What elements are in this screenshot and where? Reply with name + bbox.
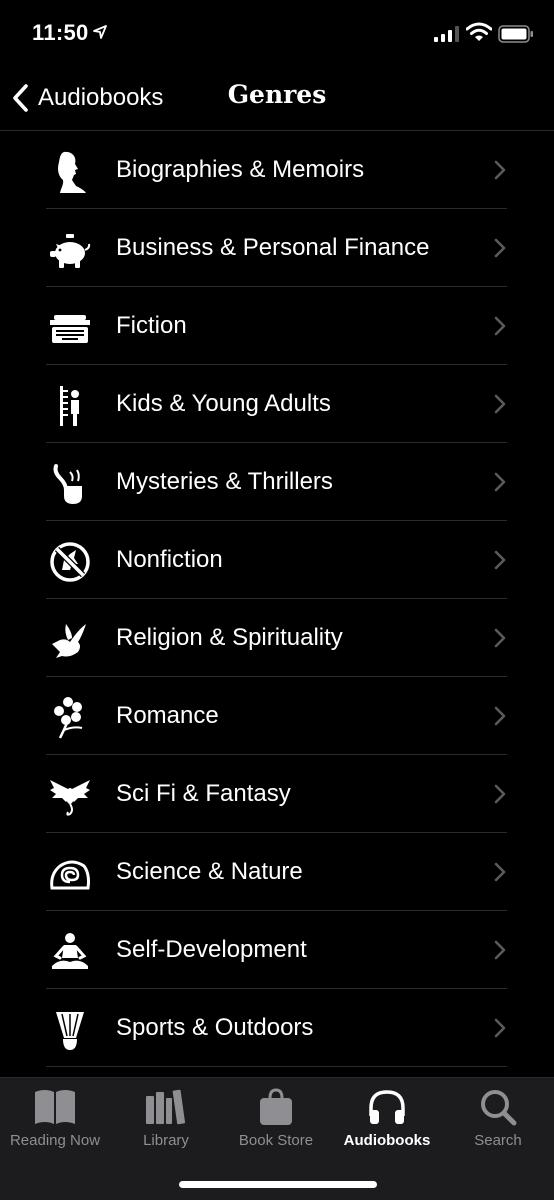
genre-row-nonfiction[interactable]: Nonfiction: [0, 521, 554, 599]
no-unicorn-icon: [50, 542, 90, 582]
chevron-right-icon: [494, 628, 506, 648]
books-icon: [146, 1089, 186, 1125]
chevron-right-icon: [494, 160, 506, 180]
typewriter-icon: [50, 315, 90, 343]
chevron-right-icon: [494, 784, 506, 804]
page-title: Genres: [0, 80, 554, 109]
shopping-bag-icon: [260, 1088, 292, 1125]
height-chart-icon: [60, 386, 79, 426]
wifi-icon: [466, 22, 492, 41]
chevron-right-icon: [494, 1018, 506, 1038]
genre-row-romance[interactable]: Romance: [0, 677, 554, 755]
battery-icon: [498, 25, 533, 43]
genre-row-mysteries[interactable]: Mysteries & Thrillers: [0, 443, 554, 521]
genre-label: Fiction: [116, 312, 187, 339]
snail-shell-icon: [50, 860, 90, 890]
piggy-bank-icon: [50, 234, 91, 268]
chevron-right-icon: [494, 316, 506, 336]
home-indicator[interactable]: [179, 1181, 377, 1188]
genre-label: Romance: [116, 702, 219, 729]
pipe-icon: [53, 464, 82, 504]
status-bar: 11:50: [0, 0, 554, 66]
meditation-icon: [52, 933, 88, 969]
genre-label: Sports & Outdoors: [116, 1014, 314, 1041]
genre-label: Kids & Young Adults: [116, 390, 331, 417]
tab-label: Book Store: [238, 1132, 314, 1149]
magnifier-icon: [481, 1090, 517, 1126]
genre-row-sports[interactable]: Sports & Outdoors: [0, 989, 554, 1067]
genre-row-business[interactable]: Business & Personal Finance: [0, 209, 554, 287]
location-arrow-icon: [93, 25, 107, 39]
genre-row-scifi[interactable]: Sci Fi & Fantasy: [0, 755, 554, 833]
genre-row-biographies[interactable]: Biographies & Memoirs: [0, 131, 554, 209]
tab-book-store[interactable]: Book Store: [221, 1078, 331, 1158]
open-book-icon: [35, 1090, 75, 1124]
genre-row-science[interactable]: Science & Nature: [0, 833, 554, 911]
tab-label: Reading Now: [9, 1132, 101, 1149]
tab-library[interactable]: Library: [111, 1078, 221, 1158]
signal-icon: [434, 26, 459, 42]
page-title-text: Genres: [227, 80, 327, 109]
genres-screen: 11:50 Audiobooks Genres Biographies & Me…: [0, 0, 554, 1200]
chevron-right-icon: [494, 472, 506, 492]
tab-audiobooks[interactable]: Audiobooks: [332, 1078, 442, 1158]
genre-row-kids[interactable]: Kids & Young Adults: [0, 365, 554, 443]
genre-label: Business & Personal Finance: [116, 234, 430, 261]
chevron-right-icon: [494, 940, 506, 960]
navigation-bar: Audiobooks Genres: [0, 66, 554, 131]
dragon-icon: [50, 780, 90, 816]
genre-label: Science & Nature: [116, 858, 303, 885]
chevron-right-icon: [494, 394, 506, 414]
genre-label: Self-Development: [116, 936, 307, 963]
status-time: 11:50: [32, 20, 89, 45]
genre-label: Sci Fi & Fantasy: [116, 780, 291, 807]
genre-label: Mysteries & Thrillers: [116, 468, 333, 495]
tab-reading-now[interactable]: Reading Now: [0, 1078, 110, 1158]
genre-label: Biographies & Memoirs: [116, 156, 365, 183]
tab-label: Library: [143, 1132, 189, 1149]
chevron-right-icon: [494, 238, 506, 258]
chevron-right-icon: [494, 706, 506, 726]
flower-icon: [54, 697, 83, 739]
chevron-right-icon: [494, 550, 506, 570]
genre-label: Nonfiction: [116, 546, 223, 573]
headphones-icon: [369, 1090, 405, 1124]
genre-row-fiction[interactable]: Fiction: [0, 287, 554, 365]
tab-label: Audiobooks: [343, 1132, 431, 1149]
genre-row-self-development[interactable]: Self-Development: [0, 911, 554, 989]
genre-list: Biographies & Memoirs Business & Persona…: [0, 131, 554, 1067]
genre-label: Religion & Spirituality: [116, 624, 343, 651]
dove-icon: [52, 624, 86, 658]
shuttlecock-icon: [56, 1012, 84, 1050]
chevron-right-icon: [494, 862, 506, 882]
genre-row-religion[interactable]: Religion & Spirituality: [0, 599, 554, 677]
tab-label: Search: [474, 1132, 522, 1149]
silhouette-icon: [58, 151, 86, 193]
tab-search[interactable]: Search: [443, 1078, 553, 1158]
